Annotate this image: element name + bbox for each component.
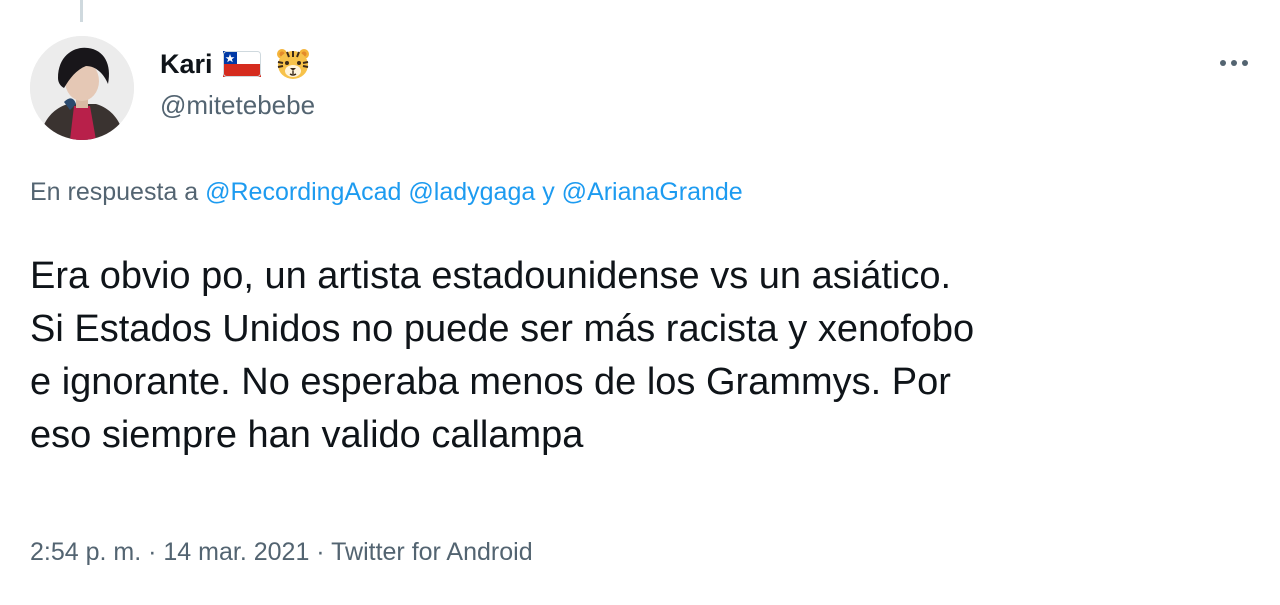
tweet-date-link[interactable]: 14 mar. 2021 (163, 538, 309, 566)
tweet-text-line: Si Estados Unidos no puede ser más racis… (30, 308, 975, 350)
tweet-body: Era obvio po, un artista estadounidense … (30, 250, 1260, 462)
thread-connector-line (80, 0, 83, 22)
tweet-text-line: e ignorante. No esperaba menos de los Gr… (30, 361, 951, 403)
tweet-card: Kari @mitetebebe En respuesta a @Recordi… (0, 0, 1280, 605)
avatar[interactable] (30, 36, 134, 140)
tweet-meta: 2:54 p. m. · 14 mar. 2021 · Twitter for … (30, 538, 533, 567)
tweet-source-link[interactable]: Twitter for Android (331, 538, 532, 566)
chile-flag-icon (222, 51, 261, 77)
more-options-button[interactable] (1212, 46, 1256, 80)
author-handle[interactable]: @mitetebebe (160, 90, 315, 121)
more-dots-icon (1231, 60, 1237, 66)
author-display-name[interactable]: Kari (160, 49, 213, 80)
more-dots-icon (1220, 60, 1226, 66)
author-name-row[interactable]: Kari (160, 44, 311, 84)
meta-separator: · (148, 538, 157, 566)
reply-conjunction: y (542, 178, 555, 206)
tweet-text-line: Era obvio po, un artista estadounidense … (30, 255, 952, 297)
tweet-text-line: eso siempre han valido callampa (30, 414, 584, 456)
mention-link-arianagrande[interactable]: @ArianaGrande (562, 178, 743, 206)
avatar-image (30, 36, 134, 140)
tweet-time-link[interactable]: 2:54 p. m. (30, 538, 141, 566)
mention-link-recordingacad[interactable]: @RecordingAcad (205, 178, 401, 206)
reply-context: En respuesta a @RecordingAcad @ladygaga … (30, 178, 743, 207)
reply-prefix: En respuesta a (30, 178, 199, 206)
meta-separator: · (316, 538, 325, 566)
tiger-face-icon (275, 46, 311, 82)
mention-link-ladygaga[interactable]: @ladygaga (408, 178, 535, 206)
more-dots-icon (1242, 60, 1248, 66)
